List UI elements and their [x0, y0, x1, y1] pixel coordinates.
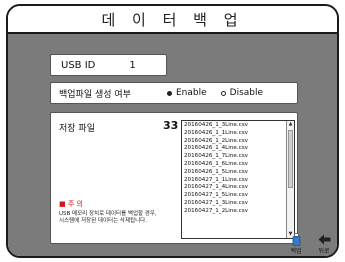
list-item[interactable]: 20160427_1_1Line.csv — [184, 177, 285, 185]
backup-button-label: 백업 — [290, 248, 302, 255]
scrollbar-thumb[interactable] — [288, 130, 293, 188]
warning-line-2: 시스템에 저장된 데이터는 삭제됩니다. — [59, 218, 147, 224]
usb-id-field[interactable]: USB ID 1 — [50, 54, 167, 76]
file-list[interactable]: 20160426_1_3Line.csv 20160426_1_1Line.cs… — [181, 120, 295, 239]
list-item[interactable]: 20160427_1_4Line.csv — [184, 184, 285, 192]
list-item[interactable]: 20160426_1_2Line.csv — [184, 138, 285, 146]
saved-files-label: 저장 파일 — [59, 124, 95, 134]
list-item[interactable]: 20160426_1_5Line.csv — [184, 169, 285, 177]
back-arrow-icon — [318, 232, 331, 246]
enable-radio-label: Enable — [176, 88, 207, 98]
content-panel: USB ID 1 백업파일 생성 여부 Enable Disable 저장 파일… — [8, 34, 337, 256]
list-item[interactable]: 20160426_1_1Line.csv — [184, 130, 285, 138]
disable-radio[interactable]: Disable — [220, 88, 264, 98]
window-frame: 데 이 터 백 업 USB ID 1 백업파일 생성 여부 Enable Dis… — [6, 4, 339, 258]
page-title: 데 이 터 백 업 — [101, 10, 244, 29]
file-list-items: 20160426_1_3Line.csv 20160426_1_1Line.cs… — [184, 122, 285, 216]
usb-drive-icon — [292, 232, 301, 246]
list-item[interactable]: 20160427_1_3Line.csv — [184, 200, 285, 208]
warning-notice: ■ 주 의 USB 메모리 장치로 데이터를 백업할 경우, 시스템에 저장된 … — [59, 199, 179, 225]
saved-files-section: 저장 파일 33 20160426_1_3Line.csv 20160426_1… — [50, 112, 298, 244]
list-item[interactable]: 20160426_1_4Line.csv — [184, 145, 285, 153]
usb-id-label: USB ID — [61, 59, 96, 71]
radio-unselected-icon — [220, 90, 226, 96]
warning-title: ■ 주 의 — [59, 200, 83, 208]
list-item[interactable]: 20160426_1_3Line.csv — [184, 122, 285, 130]
backup-button[interactable]: 백업 — [284, 232, 308, 256]
list-item[interactable]: 20160426_1_7Line.csv — [184, 153, 285, 161]
list-item[interactable]: 20160426_1_6Line.csv — [184, 161, 285, 169]
disable-radio-label: Disable — [229, 88, 264, 98]
title-bar: 데 이 터 백 업 — [8, 6, 337, 34]
list-item[interactable]: 20160427_1_5Line.csv — [184, 192, 285, 200]
backup-option-label: 백업파일 생성 여부 — [59, 89, 131, 100]
saved-files-count: 33 — [163, 119, 179, 132]
scroll-up-arrow-icon[interactable]: ▲ — [287, 121, 294, 128]
list-item[interactable]: 20160427_1_2Line.csv — [184, 208, 285, 216]
file-list-scrollbar[interactable]: ▲ ▼ — [286, 121, 294, 238]
warning-line-1: USB 메모리 장치로 데이터를 백업할 경우, — [59, 211, 157, 217]
back-button[interactable]: 뒤로 — [312, 232, 336, 256]
enable-radio[interactable]: Enable — [167, 88, 207, 98]
backup-option-row: 백업파일 생성 여부 Enable Disable — [50, 82, 298, 104]
radio-selected-icon — [167, 90, 172, 96]
back-button-label: 뒤로 — [318, 248, 330, 255]
usb-id-value: 1 — [129, 59, 136, 71]
